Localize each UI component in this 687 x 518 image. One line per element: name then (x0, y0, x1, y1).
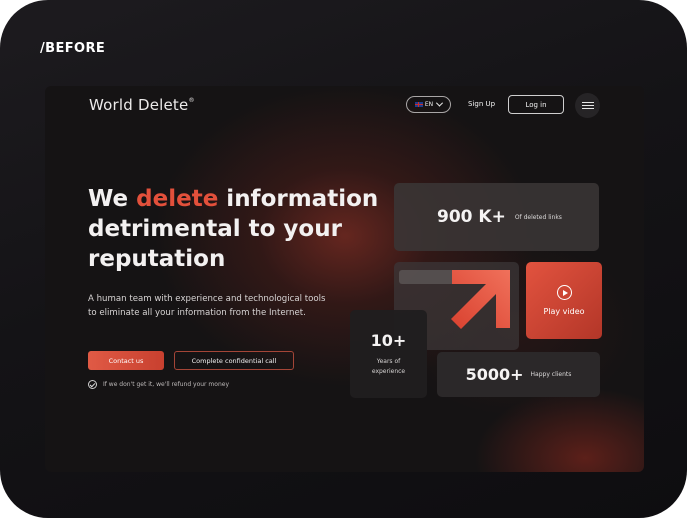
chevron-down-icon (436, 99, 444, 107)
experience-label: Years of experience (371, 358, 406, 375)
happy-clients-value: 5000+ (465, 365, 524, 384)
deleted-links-value: 900 K+ (437, 207, 506, 227)
play-icon (556, 285, 572, 300)
happy-clients-label: Happy clients (530, 371, 572, 378)
uk-flag-icon (414, 102, 423, 107)
play-video-card[interactable]: Play video (526, 262, 602, 339)
contact-button[interactable]: Contact us (88, 351, 164, 370)
signup-link[interactable]: Sign Up (468, 100, 495, 108)
hero-title: We delete information detrimental to you… (88, 184, 388, 274)
hero-description: A human team with experience and technol… (88, 294, 326, 318)
website-screen: World Delete® EN Sign Up Log in We delet… (45, 86, 644, 472)
arrow-up-right-icon (451, 270, 510, 329)
experience-card: 10+ Years of experience (350, 310, 427, 398)
refund-guarantee: If we don't get it, we'll refund your mo… (88, 380, 229, 389)
check-circle-icon (88, 380, 97, 389)
hero-title-part1: We (88, 186, 137, 212)
logo-registered-mark: ® (188, 97, 195, 104)
menu-icon[interactable] (575, 93, 600, 118)
play-video-label: Play video (543, 307, 585, 316)
device-frame: /BEFORE World Delete® EN Sign Up Log in … (0, 0, 687, 518)
deleted-links-label: Of deleted links (514, 213, 562, 221)
login-button[interactable]: Log in (508, 95, 564, 114)
logo[interactable]: World Delete® (89, 96, 195, 114)
guarantee-text: If we don't get it, we'll refund your mo… (103, 381, 229, 388)
before-label: /BEFORE (40, 41, 106, 56)
logo-text: World Delete (89, 96, 189, 114)
hero-title-accent: delete (136, 186, 219, 212)
language-label: EN (424, 101, 434, 108)
happy-clients-card: 5000+ Happy clients (437, 352, 600, 397)
deleted-links-card: 900 K+ Of deleted links (394, 183, 599, 251)
experience-value: 10+ (370, 331, 407, 350)
language-selector[interactable]: EN (406, 96, 451, 113)
confidential-call-button[interactable]: Complete confidential call (174, 351, 294, 370)
